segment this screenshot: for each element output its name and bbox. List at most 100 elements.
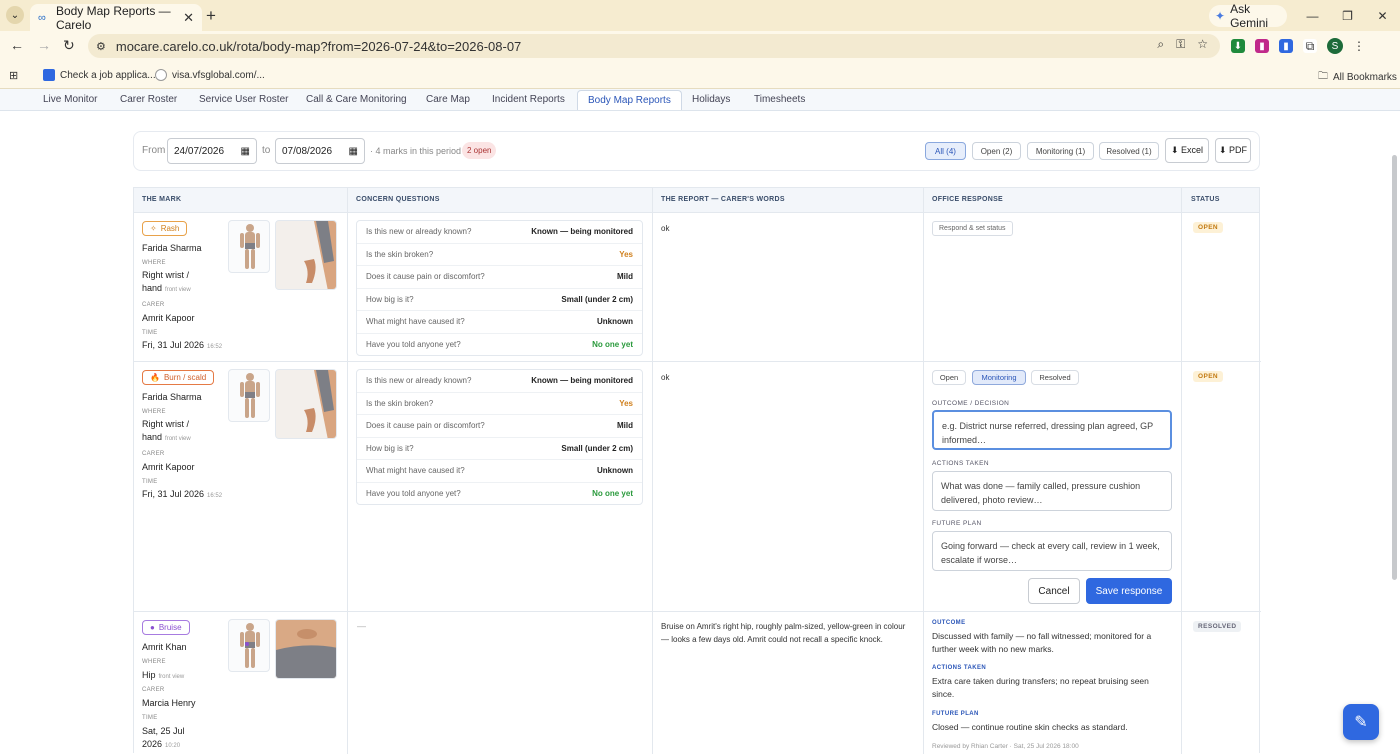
extensions-puzzle-icon[interactable]: ⧉ bbox=[1303, 39, 1317, 53]
status-monitoring-button[interactable]: Monitoring bbox=[972, 370, 1026, 385]
site-info-icon[interactable]: ⚙ bbox=[96, 40, 106, 53]
from-date-input[interactable]: 24/07/2026 ▦ bbox=[167, 138, 257, 164]
bookmark-item[interactable]: visa.vfsglobal.com/... bbox=[155, 69, 265, 81]
sparkle-icon: ✧ bbox=[150, 224, 157, 233]
table-header: THE MARK CONCERN QUESTIONS THE REPORT — … bbox=[134, 188, 1259, 213]
mark-photo[interactable] bbox=[275, 619, 337, 679]
concern-questions: Is this new or already known? Known — bei… bbox=[356, 369, 643, 505]
address-bar[interactable]: ⚙ mocare.carelo.co.uk/rota/body-map?from… bbox=[88, 34, 1220, 58]
filter-monitoring-pill[interactable]: Monitoring (1) bbox=[1027, 142, 1094, 160]
time-label: TIME bbox=[142, 479, 158, 485]
tab-incident-reports[interactable]: Incident Reports bbox=[492, 94, 565, 105]
filter-resolved-pill[interactable]: Resolved (1) bbox=[1099, 142, 1159, 160]
cancel-button[interactable]: Cancel bbox=[1028, 578, 1080, 604]
page-scrollbar[interactable] bbox=[1392, 155, 1397, 580]
where-label: WHERE bbox=[142, 409, 166, 415]
tab-live-monitor[interactable]: Live Monitor bbox=[43, 94, 97, 105]
export-pdf-button[interactable]: ⬇ PDF bbox=[1215, 138, 1251, 163]
export-excel-button[interactable]: ⬇ Excel bbox=[1165, 138, 1209, 163]
question-row: Does it cause pain or discomfort? Mild bbox=[357, 266, 642, 289]
password-key-icon[interactable]: ⚿ bbox=[1176, 37, 1185, 52]
tab-call-care-monitoring[interactable]: Call & Care Monitoring bbox=[306, 94, 407, 105]
gemini-sparkle-icon: ✦ bbox=[1215, 9, 1226, 23]
question-row: Is the skin broken? Yes bbox=[357, 244, 642, 266]
to-label: to bbox=[262, 145, 271, 156]
calendar-icon[interactable]: ▦ bbox=[349, 146, 358, 157]
magic-wand-icon[interactable]: ✎ bbox=[1343, 704, 1379, 740]
where-value: Right wrist / hand front view bbox=[142, 270, 191, 293]
question-row: Is this new or already known? Known — bei… bbox=[357, 221, 642, 244]
body-figure-thumbnail[interactable] bbox=[228, 369, 270, 422]
ask-gemini-button[interactable]: ✦ Ask Gemini bbox=[1209, 2, 1287, 30]
col-header: CONCERN QUESTIONS bbox=[356, 196, 440, 203]
question-row: How big is it? Small (under 2 cm) bbox=[357, 438, 642, 460]
mark-photo[interactable] bbox=[275, 220, 337, 290]
app-navigation: Live Monitor Carer Roster Service User R… bbox=[0, 89, 1400, 111]
tab-carer-roster[interactable]: Carer Roster bbox=[120, 94, 177, 105]
question-row: What might have caused it? Unknown bbox=[357, 311, 642, 334]
tab-care-map[interactable]: Care Map bbox=[426, 94, 470, 105]
to-date-input[interactable]: 07/08/2026 ▦ bbox=[275, 138, 365, 164]
actions-label: ACTIONS TAKEN bbox=[932, 460, 989, 467]
mark-type-badge: 🔥 Burn / scald bbox=[142, 370, 215, 385]
bookmark-item[interactable]: Check a job applica... bbox=[43, 69, 156, 81]
bookmark-star-icon[interactable]: ☆ bbox=[1197, 37, 1208, 52]
no-questions-text: — bbox=[357, 621, 366, 631]
carer-report-text: ok bbox=[661, 224, 670, 233]
status-badge: RESOLVED bbox=[1193, 621, 1242, 632]
filter-open-pill[interactable]: Open (2) bbox=[972, 142, 1021, 160]
restore-icon[interactable]: ❐ bbox=[1330, 0, 1365, 31]
tab-timesheets[interactable]: Timesheets bbox=[754, 94, 805, 105]
browser-toolbar: ← → ↻ ⚙ mocare.carelo.co.uk/rota/body-ma… bbox=[0, 31, 1400, 61]
body-figure-thumbnail[interactable] bbox=[228, 619, 270, 672]
forward-icon[interactable]: → bbox=[37, 37, 51, 53]
close-tab-icon[interactable]: ✕ bbox=[183, 10, 194, 26]
zoom-icon[interactable]: ⌕ bbox=[1157, 37, 1164, 52]
mark-type-label: Rash bbox=[160, 224, 180, 233]
respond-set-status-button[interactable]: Respond & set status bbox=[932, 221, 1013, 236]
all-bookmarks-label: All Bookmarks bbox=[1333, 72, 1397, 83]
tab-search-chevron-icon[interactable]: ⌄ bbox=[6, 6, 24, 24]
outcome-label: OUTCOME / DECISION bbox=[932, 400, 1010, 407]
extension-blue-icon[interactable]: ▮ bbox=[1279, 39, 1293, 53]
status-badge: OPEN bbox=[1193, 371, 1224, 382]
col-header: STATUS bbox=[1191, 196, 1220, 203]
filter-bar: From 24/07/2026 ▦ to 07/08/2026 ▦ · 4 ma… bbox=[133, 131, 1260, 171]
filter-all-pill[interactable]: All (4) bbox=[925, 142, 966, 160]
extension-pink-icon[interactable]: ▮ bbox=[1255, 39, 1269, 53]
where-label: WHERE bbox=[142, 659, 166, 665]
browser-tab[interactable]: ∞ Body Map Reports — Carelo ✕ bbox=[30, 4, 202, 32]
body-figure-thumbnail[interactable] bbox=[228, 220, 270, 273]
status-resolved-button[interactable]: Resolved bbox=[1031, 370, 1079, 385]
mark-photo[interactable] bbox=[275, 369, 337, 439]
all-bookmarks[interactable]: 🗀 All Bookmarks bbox=[1318, 69, 1397, 86]
profile-avatar[interactable]: S bbox=[1327, 38, 1343, 54]
client-name: Amrit Khan bbox=[142, 642, 187, 652]
tab-body-map-reports[interactable]: Body Map Reports bbox=[577, 90, 682, 110]
back-icon[interactable]: ← bbox=[10, 37, 24, 53]
minimize-icon[interactable]: — bbox=[1295, 0, 1330, 31]
save-response-button[interactable]: Save response bbox=[1086, 578, 1172, 604]
outcome-textarea[interactable]: e.g. District nurse referred, dressing p… bbox=[932, 410, 1172, 450]
reload-icon[interactable]: ↻ bbox=[63, 37, 75, 54]
mark-type-label: Burn / scald bbox=[163, 373, 207, 382]
bookmark-favicon-icon bbox=[43, 69, 55, 81]
tab-holidays[interactable]: Holidays bbox=[692, 94, 730, 105]
client-name: Farida Sharma bbox=[142, 392, 202, 402]
new-tab-icon[interactable]: + bbox=[206, 6, 216, 26]
table-row: ✧ Rash Farida Sharma WHERE Right wrist /… bbox=[134, 213, 1261, 362]
plan-label: FUTURE PLAN bbox=[932, 520, 982, 527]
status-open-button[interactable]: Open bbox=[932, 370, 966, 385]
download-extension-icon[interactable]: ⬇ bbox=[1231, 39, 1245, 53]
browser-menu-icon[interactable]: ⋮ bbox=[1353, 39, 1365, 53]
actions-textarea[interactable]: What was done — family called, pressure … bbox=[932, 471, 1172, 511]
folder-icon: 🗀 bbox=[1318, 71, 1328, 82]
browser-tabstrip: ⌄ ∞ Body Map Reports — Carelo ✕ + ✦ Ask … bbox=[0, 0, 1400, 32]
calendar-icon[interactable]: ▦ bbox=[241, 146, 250, 157]
gemini-label: Ask Gemini bbox=[1230, 2, 1269, 30]
tab-service-user-roster[interactable]: Service User Roster bbox=[199, 94, 288, 105]
apps-grid-icon[interactable]: ⊞ bbox=[9, 69, 18, 82]
window-close-icon[interactable]: ✕ bbox=[1365, 0, 1400, 31]
plan-textarea[interactable]: Going forward — check at every call, rev… bbox=[932, 531, 1172, 571]
mark-type-badge: ✧ Rash bbox=[142, 221, 188, 236]
